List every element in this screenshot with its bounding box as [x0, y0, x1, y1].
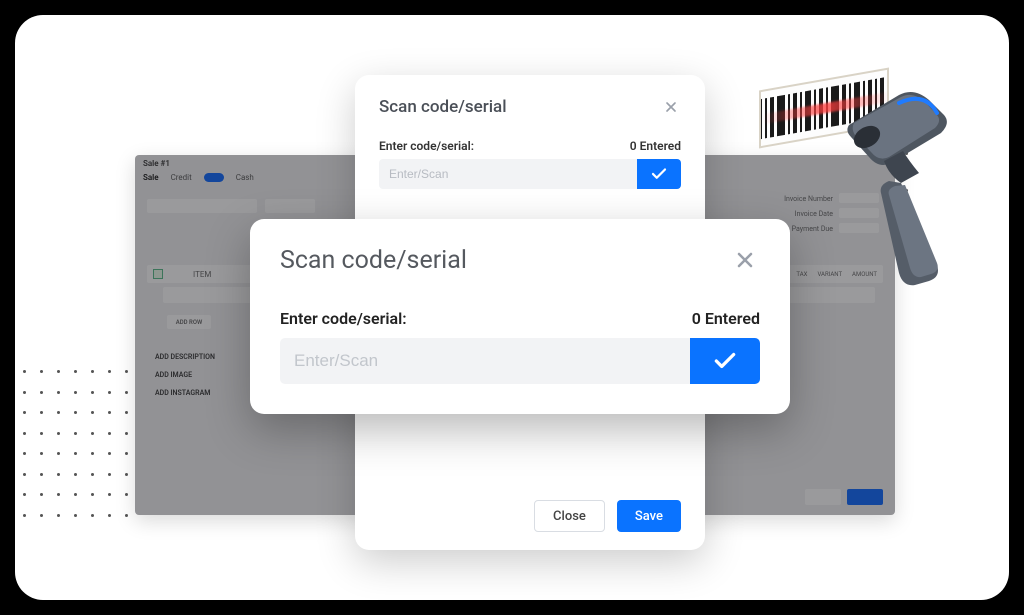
col-tax: TAX: [796, 271, 807, 278]
select-all-checkbox[interactable]: [153, 269, 163, 279]
add-image-link[interactable]: ADD IMAGE: [155, 371, 215, 379]
code-input[interactable]: [379, 159, 637, 189]
barcode-label-icon: [759, 68, 889, 149]
add-row-button[interactable]: ADD ROW: [167, 315, 211, 329]
mode-toggle-row: Sale Credit Cash: [143, 173, 264, 182]
col-amount: AMOUNT: [852, 271, 877, 278]
entered-count: 0 Entered: [692, 309, 760, 328]
toggle-cash[interactable]: Cash: [236, 173, 254, 182]
close-button[interactable]: Close: [534, 500, 605, 532]
scan-beam-icon: [763, 92, 889, 124]
save-button[interactable]: Save: [617, 500, 681, 532]
payment-due-label: Payment Due: [792, 223, 833, 235]
add-description-link[interactable]: ADD DESCRIPTION: [155, 353, 215, 361]
save-button[interactable]: [847, 489, 883, 505]
invoice-number-label: Invoice Number: [784, 193, 833, 205]
billed-to-field[interactable]: [265, 199, 315, 213]
invoice-number-value[interactable]: [839, 193, 879, 203]
toggle-switch[interactable]: [204, 173, 224, 182]
stage: Sale #1 Sale Credit Cash Invoice Number …: [15, 15, 1009, 600]
modal-title: Scan code/serial: [280, 246, 730, 275]
add-instagram-link[interactable]: ADD INSTAGRAM: [155, 389, 215, 397]
col-variant: VARIANT: [817, 271, 842, 278]
scan-modal-front: Scan code/serial Enter code/serial: 0 En…: [250, 219, 790, 414]
close-icon[interactable]: [730, 245, 760, 275]
enter-code-label: Enter code/serial:: [280, 309, 407, 328]
mode-label: Sale: [143, 173, 159, 182]
col-item: ITEM: [193, 270, 211, 279]
app-footer-buttons: [805, 489, 883, 505]
confirm-button[interactable]: [637, 159, 681, 189]
attachment-links: ADD DESCRIPTION ADD IMAGE ADD INSTAGRAM: [155, 353, 215, 397]
code-input[interactable]: [280, 338, 690, 384]
invoice-date-value[interactable]: [839, 208, 879, 218]
share-button[interactable]: [805, 489, 841, 505]
enter-code-label: Enter code/serial:: [379, 139, 474, 153]
window-title: Sale #1: [143, 159, 170, 168]
close-icon[interactable]: [661, 97, 681, 117]
customer-select[interactable]: [147, 199, 257, 213]
invoice-date-label: Invoice Date: [795, 208, 833, 220]
decoration-dots-right: [905, 133, 925, 213]
payment-due-value[interactable]: [839, 223, 879, 233]
entered-count: 0 Entered: [630, 139, 681, 153]
invoice-meta: Invoice Number Invoice Date Payment Due: [784, 193, 879, 238]
confirm-button[interactable]: [690, 338, 760, 384]
toggle-credit[interactable]: Credit: [171, 173, 192, 182]
modal-title: Scan code/serial: [379, 97, 661, 117]
decoration-dots-left: [23, 370, 133, 520]
